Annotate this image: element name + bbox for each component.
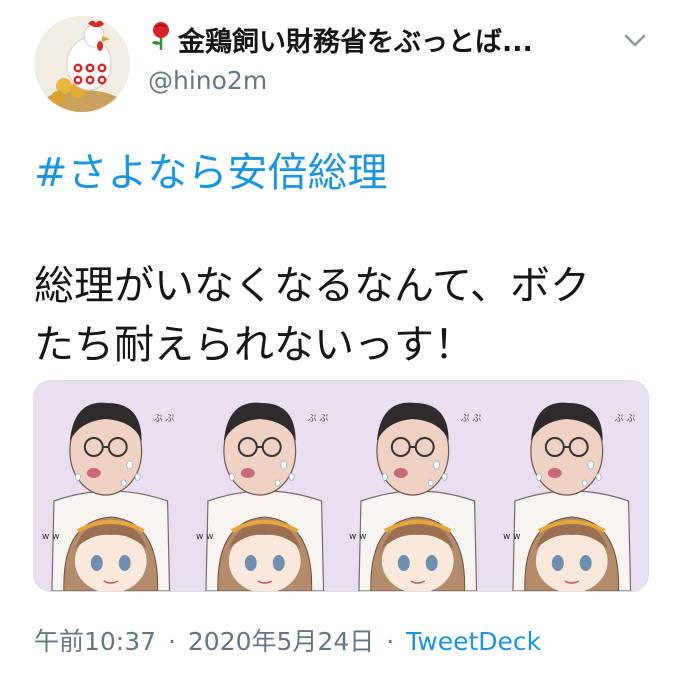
display-name-text: 金鶏飼い財務省をぶっとば... — [178, 27, 533, 58]
media-panel: w w ぷ ぷ — [187, 381, 341, 591]
media-panel: w w ぷ ぷ — [494, 381, 648, 591]
author-avatar[interactable] — [34, 16, 130, 112]
author-display-name[interactable]: 金鶏飼い財務省をぶっとば... — [148, 20, 533, 59]
tweet-menu-button[interactable] — [620, 30, 650, 50]
svg-text:ぷ ぷ: ぷ ぷ — [154, 413, 175, 424]
rooster-avatar-icon — [34, 16, 130, 112]
svg-text:w w: w w — [349, 532, 367, 542]
media-panel: w w ぷ ぷ — [341, 381, 495, 591]
svg-text:ぷ ぷ: ぷ ぷ — [307, 413, 328, 424]
meta-separator: · — [168, 627, 176, 656]
svg-text:ぷ ぷ: ぷ ぷ — [461, 413, 482, 424]
tweet-date[interactable]: 2020年5月24日 — [188, 627, 374, 656]
tweet-text-line-2: たち耐えられないっす！ — [34, 322, 474, 368]
author-handle[interactable]: @hino2m — [148, 66, 267, 95]
rose-icon — [148, 21, 174, 58]
svg-text:w w: w w — [42, 532, 60, 542]
chevron-down-icon — [624, 34, 646, 47]
svg-text:w w: w w — [502, 532, 520, 542]
hashtag-link[interactable]: #さよなら安倍総理 — [34, 140, 388, 198]
tweet-meta: 午前10:37 · 2020年5月24日 · TweetDeck — [34, 622, 541, 658]
svg-text:ぷ ぷ: ぷ ぷ — [614, 413, 635, 424]
tweet-time[interactable]: 午前10:37 — [34, 627, 156, 656]
tweet-media[interactable]: w w ぷ ぷ w w ぷ ぷ w w ぷ ぷ w w ぷ ぷ — [33, 380, 649, 592]
tweet-source-link[interactable]: TweetDeck — [406, 627, 541, 656]
tweet-text-line-1: 総理がいなくなるなんて、ボク — [34, 263, 590, 309]
media-panel: w w ぷ ぷ — [34, 381, 188, 591]
meta-separator: · — [386, 627, 395, 656]
svg-text:w w: w w — [195, 532, 213, 542]
